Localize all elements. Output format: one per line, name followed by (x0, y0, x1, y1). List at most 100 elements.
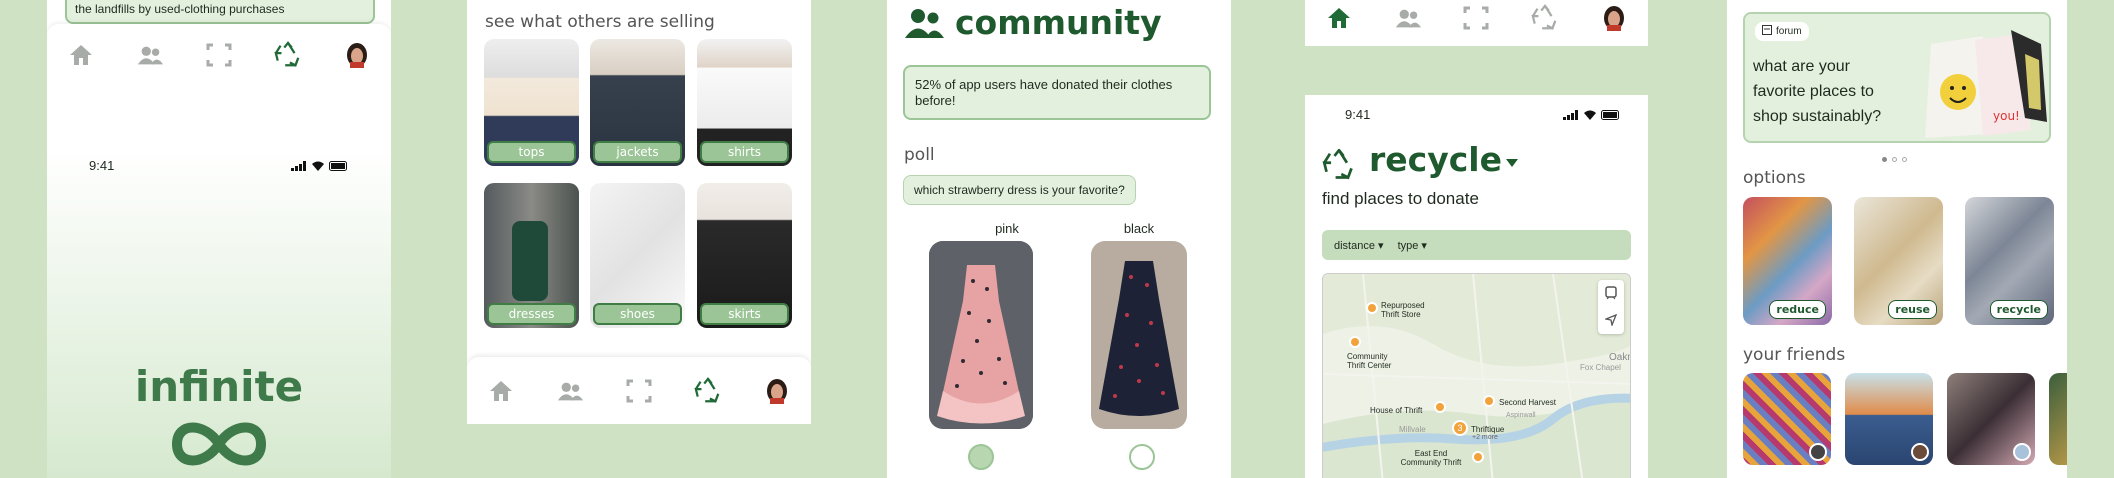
friends-icon[interactable] (556, 379, 584, 403)
map-pin[interactable] (1366, 302, 1378, 314)
screen-community: community 52% of app users have donated … (887, 0, 1231, 478)
friend-post[interactable] (2049, 373, 2067, 465)
map-pin[interactable] (1434, 401, 1446, 413)
filter-type[interactable]: type ▾ (1398, 239, 1427, 252)
filter-distance[interactable]: distance ▾ (1334, 239, 1384, 252)
category-tile-skirts[interactable]: skirts (697, 183, 792, 328)
map-pin[interactable] (1349, 336, 1361, 348)
map-label: Fox Chapel (1580, 363, 1621, 372)
splash-title: infinite (134, 362, 304, 411)
marketplace-heading: see what others are selling (485, 12, 715, 32)
map-cluster-pin[interactable]: 3 (1452, 420, 1468, 436)
scan-icon[interactable] (205, 43, 233, 67)
recycle-icon[interactable] (1531, 4, 1559, 30)
dress-image-black[interactable] (1091, 241, 1187, 429)
friend-post[interactable] (1845, 373, 1933, 465)
recycle-icon[interactable] (274, 41, 302, 67)
map-label: +2 more (1472, 434, 1498, 441)
map-label: Second Harvest (1499, 398, 1556, 407)
map-pin[interactable] (1483, 395, 1495, 407)
status-icons (1563, 109, 1621, 120)
forum-card[interactable]: forum what are your favorite places to s… (1743, 12, 2051, 143)
category-label: tops (487, 141, 576, 163)
bottom-nav (1305, 0, 1648, 36)
category-tile-shoes[interactable]: shoes (590, 183, 685, 328)
tote-bags-image: you! (1913, 14, 2051, 142)
forum-question: what are your favorite places to shop su… (1753, 58, 1882, 125)
category-tile-shirts[interactable]: shirts (697, 39, 792, 166)
forum-badge: forum (1755, 22, 1809, 41)
filter-bar: distance ▾ type ▾ (1322, 230, 1631, 260)
carousel-dot[interactable] (1892, 157, 1897, 162)
friend-post[interactable] (1743, 373, 1831, 465)
home-icon[interactable] (1325, 6, 1353, 30)
category-label: jackets (593, 141, 682, 163)
options-heading: options (1743, 168, 1806, 188)
profile-avatar[interactable] (1600, 6, 1628, 31)
option-tile-reduce[interactable]: reduce (1743, 197, 1832, 325)
map-label: Repurposed Thrift Store (1381, 301, 1425, 319)
stat-card: 52% of app users have donated their clot… (903, 65, 1211, 120)
filter-label: distance (1334, 239, 1375, 252)
title-dropdown-icon[interactable] (1505, 155, 1519, 173)
forum-icon (1762, 25, 1772, 38)
recycle-title-icon (1322, 148, 1356, 186)
impact-banner-text: the landfills by used-clothing purchases (75, 2, 285, 16)
bottom-nav (47, 24, 391, 86)
option-tag: recycle (1989, 300, 2048, 319)
scan-icon[interactable] (1462, 6, 1490, 30)
stat-text: 52% of app users have donated their clot… (915, 77, 1173, 108)
profile-avatar[interactable] (343, 43, 371, 68)
scan-icon[interactable] (625, 379, 653, 403)
friend-avatar (1911, 443, 1929, 461)
friends-heading: your friends (1743, 345, 1846, 365)
map-label: Aspinwall (1506, 412, 1536, 419)
option-tile-recycle[interactable]: recycle (1965, 197, 2054, 325)
home-icon[interactable] (67, 43, 95, 67)
category-label: shirts (700, 141, 789, 163)
option-tag: reuse (1888, 300, 1937, 319)
category-tile-jackets[interactable]: jackets (590, 39, 685, 166)
impact-banner: the landfills by used-clothing purchases (65, 0, 375, 24)
dress-image-pink[interactable] (929, 241, 1033, 429)
category-label: dresses (487, 303, 576, 325)
friends-icon[interactable] (136, 43, 164, 67)
screen-splash: the landfills by used-clothing purchases… (47, 0, 391, 478)
map-label: Oakm (1609, 352, 1630, 363)
friend-avatar (1809, 443, 1827, 461)
vote-pink-radio[interactable] (968, 444, 994, 470)
category-label: shoes (593, 303, 682, 325)
infinity-logo-icon (165, 416, 273, 477)
category-tile-tops[interactable]: tops (484, 39, 579, 166)
page-title: community (955, 3, 1162, 42)
friend-post[interactable] (1947, 373, 2035, 465)
category-tile-dresses[interactable]: dresses (484, 183, 579, 328)
donation-map[interactable]: 3 Repurposed Thrift Store Community Thri… (1322, 273, 1631, 478)
home-icon[interactable] (487, 379, 515, 403)
screen-marketplace: see what others are selling tops jackets… (467, 0, 811, 424)
profile-avatar[interactable] (763, 378, 791, 404)
option-tag: reduce (1769, 300, 1826, 319)
svg-text:you!: you! (1993, 109, 2020, 123)
poll-label: poll (904, 145, 935, 165)
forum-badge-label: forum (1776, 26, 1802, 37)
map-label: Community Thrift Center (1347, 352, 1392, 370)
map-label: Millvale (1399, 425, 1426, 434)
option-tile-reuse[interactable]: reuse (1854, 197, 1943, 325)
page-title: recycle (1369, 140, 1502, 179)
transit-icon[interactable] (1605, 286, 1617, 305)
carousel-dot[interactable] (1882, 157, 1887, 162)
locate-icon[interactable] (1603, 313, 1618, 331)
filter-label: type (1397, 239, 1419, 252)
screen-recycle: 9:41 recycle find places to donate dista… (1305, 95, 1648, 478)
carousel-dot[interactable] (1902, 157, 1907, 162)
screen-recycle-top-nav (1305, 0, 1648, 46)
map-pin[interactable] (1472, 451, 1484, 463)
map-label: East End Community Thrift (1400, 449, 1462, 467)
vote-black-radio[interactable] (1129, 444, 1155, 470)
status-icons (291, 160, 349, 171)
option-label-pink: pink (995, 221, 1019, 236)
friends-icon[interactable] (1394, 6, 1422, 30)
recycle-icon[interactable] (694, 376, 722, 403)
map-label: Thriftique (1471, 425, 1505, 434)
